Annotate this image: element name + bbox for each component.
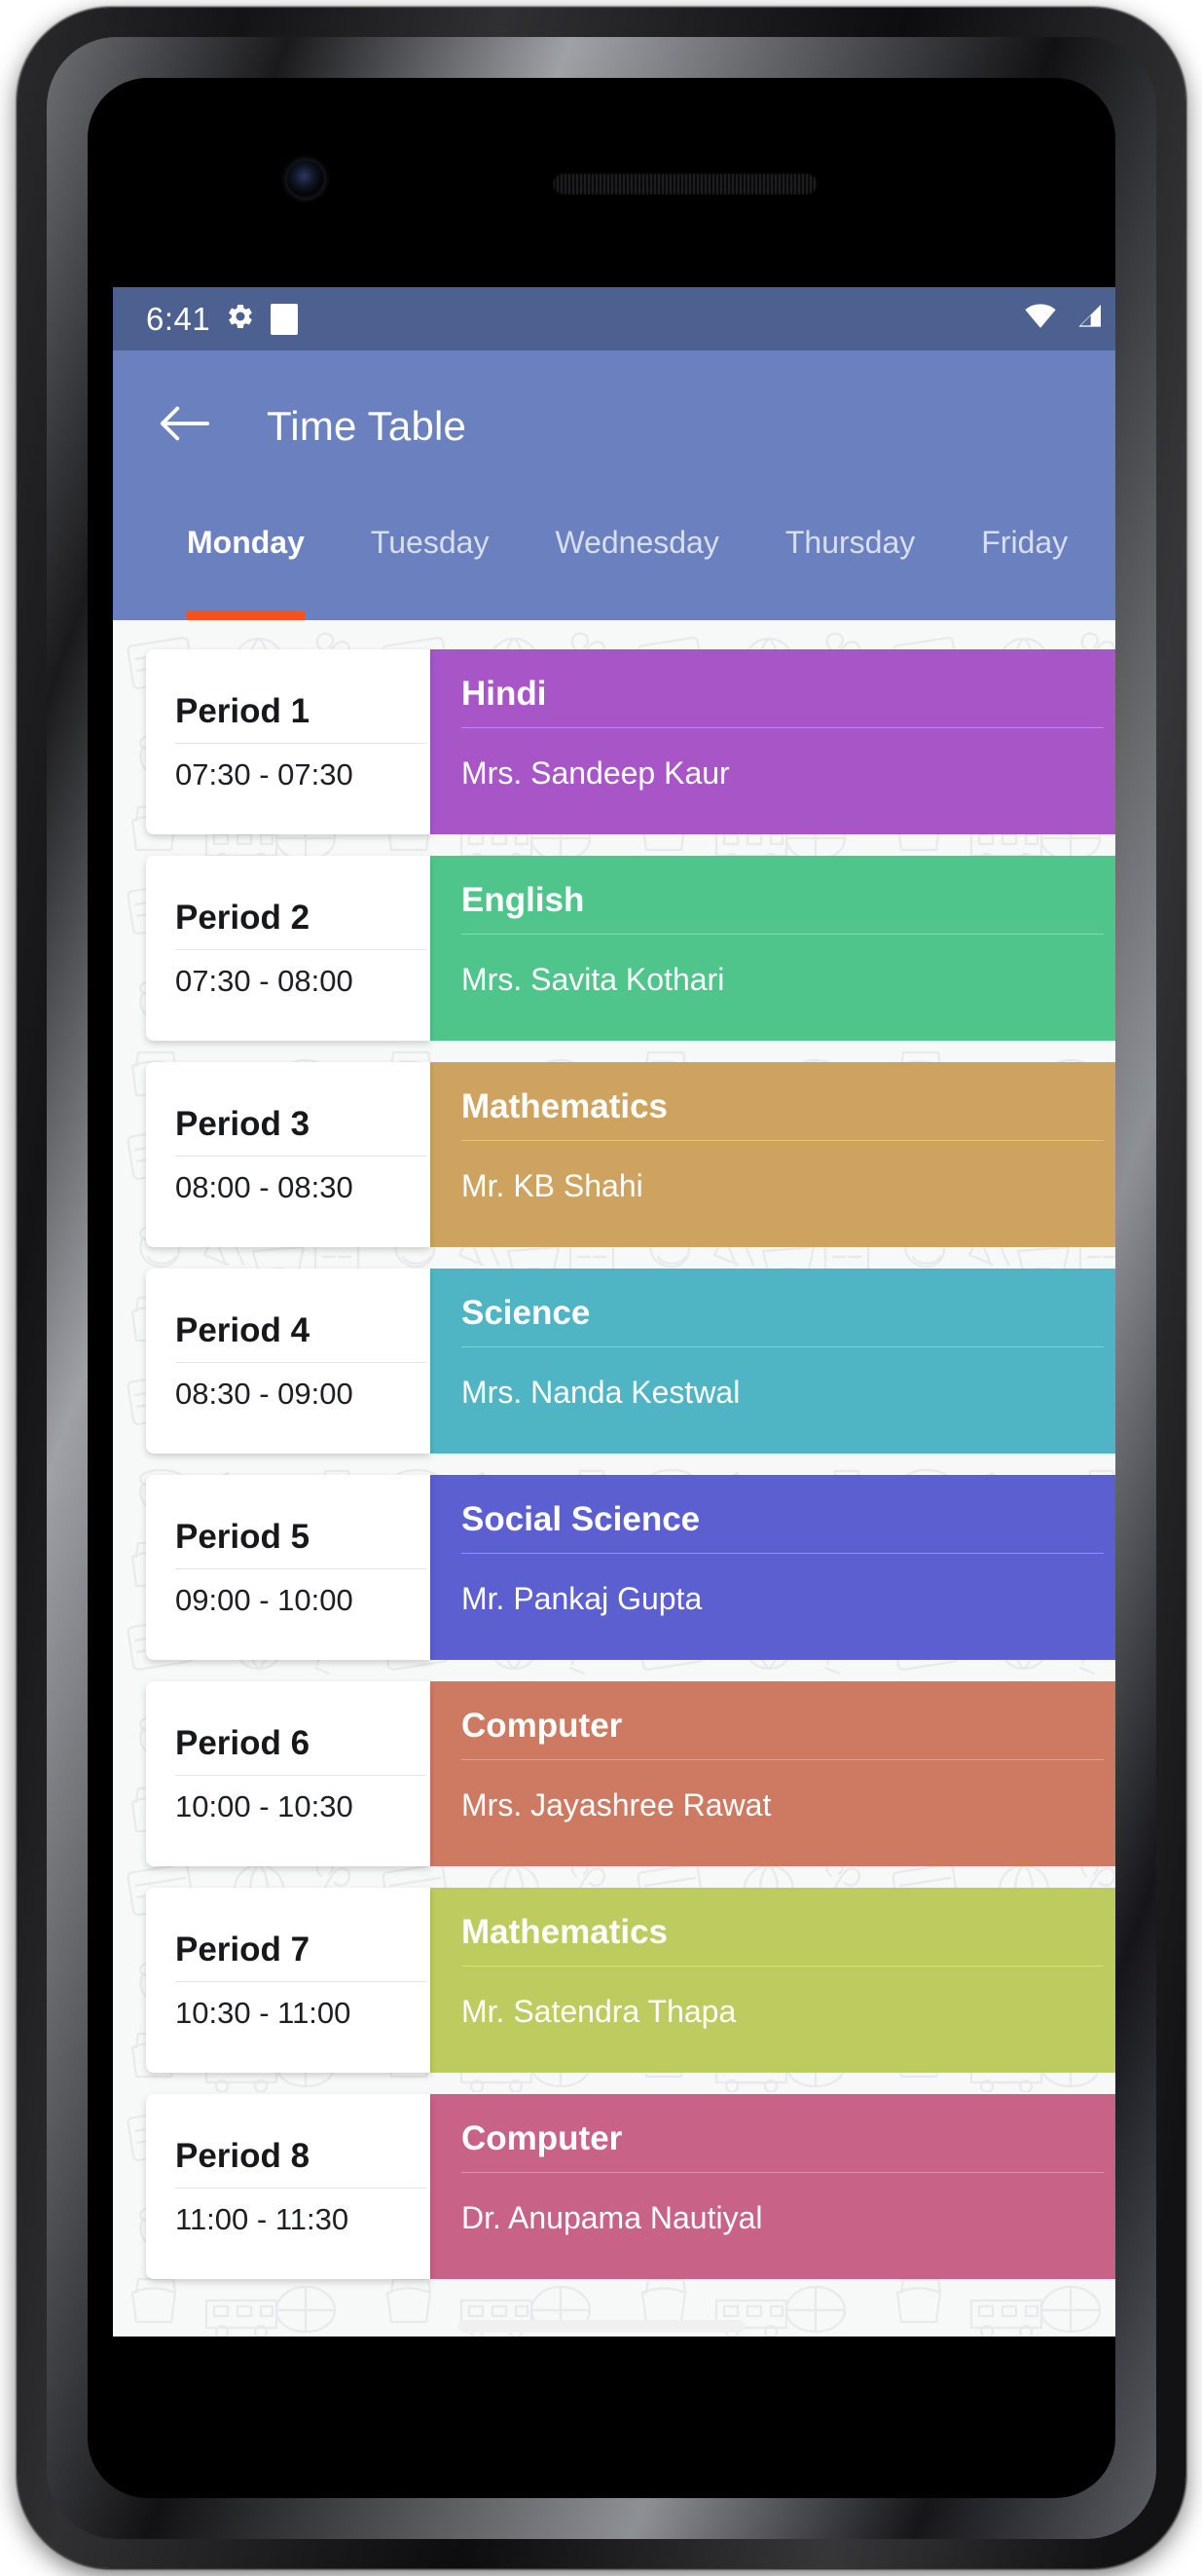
subject-card: Computer Mrs. Jayashree Rawat xyxy=(430,1681,1115,1866)
period-info: Period 6 10:00 - 10:30 xyxy=(146,1681,430,1866)
period-info: Period 5 09:00 - 10:00 xyxy=(146,1475,430,1660)
wifi-icon xyxy=(1024,303,1057,335)
subject-card: Hindi Mrs. Sandeep Kaur xyxy=(430,649,1115,834)
app-bar: Time Table xyxy=(113,350,1115,501)
earpiece-speaker-icon xyxy=(553,173,818,195)
period-info: Period 3 08:00 - 08:30 xyxy=(146,1062,430,1247)
period-time: 07:30 - 07:30 xyxy=(175,756,353,791)
teacher-label: Mr. Pankaj Gupta xyxy=(461,1581,703,1616)
period-label: Period 3 xyxy=(175,1105,426,1157)
subject-card: Mathematics Mr. KB Shahi xyxy=(430,1062,1115,1247)
table-row[interactable]: Period 2 07:30 - 08:00 English Mrs. Savi… xyxy=(146,856,1115,1041)
table-row[interactable]: Period 6 10:00 - 10:30 Computer Mrs. Jay… xyxy=(146,1681,1115,1866)
teacher-label: Mr. KB Shahi xyxy=(461,1168,643,1203)
tab-thursday[interactable]: Thursday xyxy=(752,501,948,620)
status-bar: 6:41 xyxy=(113,287,1115,350)
subject-label: Computer xyxy=(461,1707,1104,1760)
teacher-label: Dr. Anupama Nautiyal xyxy=(461,2200,763,2235)
teacher-label: Mrs. Savita Kothari xyxy=(461,962,725,997)
app-viewport: 6:41 Time Table Monday Tuesday Wednesday… xyxy=(113,287,1115,2337)
phone-bezel: 6:41 Time Table Monday Tuesday Wednesday… xyxy=(47,37,1156,2539)
period-info: Period 2 07:30 - 08:00 xyxy=(146,856,430,1041)
front-camera-icon xyxy=(287,161,324,198)
subject-card: Computer Dr. Anupama Nautiyal xyxy=(430,2094,1115,2279)
subject-card: English Mrs. Savita Kothari xyxy=(430,856,1115,1041)
subject-label: English xyxy=(461,881,1104,935)
period-label: Period 5 xyxy=(175,1518,426,1569)
gear-icon xyxy=(226,302,255,336)
subject-label: Social Science xyxy=(461,1500,1104,1554)
period-time: 07:30 - 08:00 xyxy=(175,963,353,998)
period-time: 11:00 - 11:30 xyxy=(175,2201,349,2236)
table-row[interactable]: Period 8 11:00 - 11:30 Computer Dr. Anup… xyxy=(146,2094,1115,2279)
period-label: Period 7 xyxy=(175,1931,426,1982)
tab-tuesday[interactable]: Tuesday xyxy=(338,501,523,620)
status-bar-clock: 6:41 xyxy=(146,300,211,337)
subject-label: Mathematics xyxy=(461,1087,1104,1141)
teacher-label: Mrs. Sandeep Kaur xyxy=(461,755,730,791)
period-info: Period 8 11:00 - 11:30 xyxy=(146,2094,430,2279)
back-button[interactable] xyxy=(154,395,216,458)
tab-monday[interactable]: Monday xyxy=(154,501,338,620)
tab-wednesday[interactable]: Wednesday xyxy=(522,501,751,620)
tab-label: Monday xyxy=(187,525,305,560)
status-bar-notification-icons xyxy=(226,302,299,336)
phone-screen: 6:41 Time Table Monday Tuesday Wednesday… xyxy=(88,78,1115,2498)
subject-label: Science xyxy=(461,1294,1104,1347)
table-row[interactable]: Period 7 10:30 - 11:00 Mathematics Mr. S… xyxy=(146,1888,1115,2073)
table-row[interactable]: Period 1 07:30 - 07:30 Hindi Mrs. Sandee… xyxy=(146,649,1115,834)
teacher-label: Mrs. Nanda Kestwal xyxy=(461,1375,741,1410)
period-info: Period 4 08:30 - 09:00 xyxy=(146,1269,430,1454)
table-row[interactable]: Period 5 09:00 - 10:00 Social Science Mr… xyxy=(146,1475,1115,1660)
cell-signal-icon xyxy=(1074,303,1105,335)
period-time: 10:30 - 11:00 xyxy=(175,1995,351,2030)
period-label: Period 4 xyxy=(175,1311,426,1363)
day-tab-bar[interactable]: Monday Tuesday Wednesday Thursday Friday xyxy=(113,501,1115,620)
teacher-label: Mr. Satendra Thapa xyxy=(461,1994,737,2029)
period-label: Period 2 xyxy=(175,899,426,950)
period-label: Period 8 xyxy=(175,2137,426,2189)
timetable-list[interactable]: Period 1 07:30 - 07:30 Hindi Mrs. Sandee… xyxy=(113,620,1115,2337)
subject-card: Social Science Mr. Pankaj Gupta xyxy=(430,1475,1115,1660)
period-time: 08:30 - 09:00 xyxy=(175,1376,353,1411)
subject-label: Mathematics xyxy=(461,1913,1104,1967)
period-label: Period 1 xyxy=(175,692,426,744)
table-row[interactable]: Period 4 08:30 - 09:00 Science Mrs. Nand… xyxy=(146,1269,1115,1454)
back-arrow-icon xyxy=(159,403,211,449)
status-bar-system-icons xyxy=(1024,287,1115,350)
page-title: Time Table xyxy=(267,402,467,449)
table-row[interactable]: Period 3 08:00 - 08:30 Mathematics Mr. K… xyxy=(146,1062,1115,1247)
white-square-icon xyxy=(271,303,299,335)
period-time: 09:00 - 10:00 xyxy=(175,1582,353,1617)
subject-label: Computer xyxy=(461,2119,1104,2173)
tab-label: Friday xyxy=(981,525,1069,560)
subject-card: Science Mrs. Nanda Kestwal xyxy=(430,1269,1115,1454)
period-label: Period 6 xyxy=(175,1724,426,1776)
subject-label: Hindi xyxy=(461,675,1104,728)
tab-label: Tuesday xyxy=(370,525,490,560)
tab-label: Thursday xyxy=(784,525,916,560)
teacher-label: Mrs. Jayashree Rawat xyxy=(461,1787,772,1822)
subject-card: Mathematics Mr. Satendra Thapa xyxy=(430,1888,1115,2073)
period-time: 10:00 - 10:30 xyxy=(175,1788,353,1823)
tab-friday[interactable]: Friday xyxy=(948,501,1101,620)
tab-active-indicator xyxy=(187,611,305,620)
period-info: Period 1 07:30 - 07:30 xyxy=(146,649,430,834)
phone-device-frame: 6:41 Time Table Monday Tuesday Wednesday… xyxy=(18,8,1185,2568)
home-indicator-bar[interactable] xyxy=(457,2320,746,2333)
period-time: 08:00 - 08:30 xyxy=(175,1169,353,1204)
tab-label: Wednesday xyxy=(555,525,719,560)
period-info: Period 7 10:30 - 11:00 xyxy=(146,1888,430,2073)
